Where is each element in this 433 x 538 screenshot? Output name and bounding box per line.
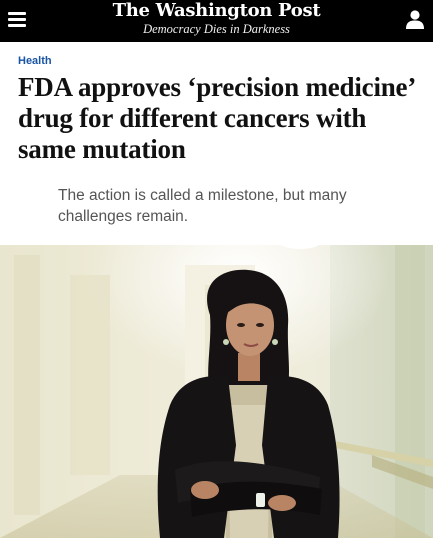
masthead[interactable]: The Washington Post Democracy Dies in Da… — [100, 1, 333, 37]
top-navigation-bar: The Washington Post Democracy Dies in Da… — [0, 0, 433, 42]
hamburger-menu-icon[interactable] — [6, 9, 30, 31]
site-logo[interactable]: The Washington Post — [100, 1, 333, 21]
section-label-health[interactable]: Health — [18, 55, 52, 68]
user-profile-icon[interactable] — [405, 9, 425, 29]
article-subheadline: The action is called a milestone, but ma… — [58, 187, 347, 225]
article-lead-photo — [0, 245, 433, 538]
article-headline: FDA approves ‘precision medicine’ drug f… — [18, 72, 415, 164]
site-tagline: Democracy Dies in Darkness — [143, 22, 290, 36]
